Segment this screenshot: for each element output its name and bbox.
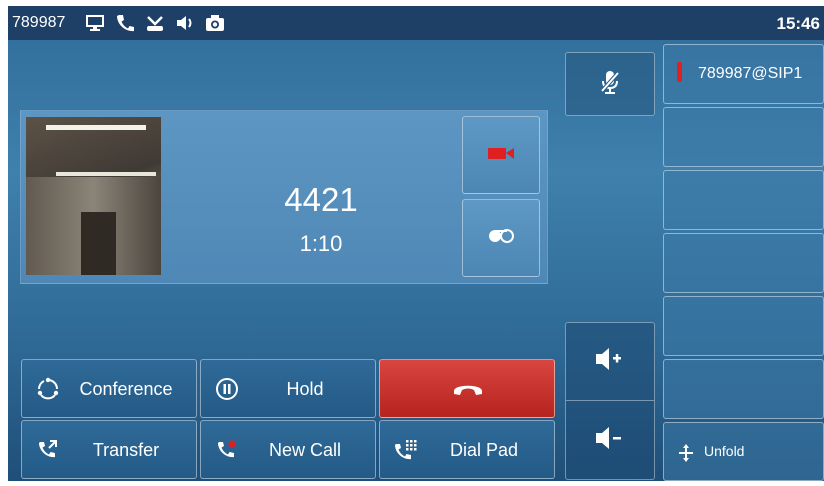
speaker-icon (174, 12, 196, 34)
transfer-icon (36, 438, 60, 462)
hangup-icon (452, 378, 484, 405)
conference-button[interactable]: Conference (21, 359, 197, 418)
line-key-6[interactable] (663, 359, 824, 419)
phone-icon (114, 12, 136, 34)
new-call-icon (215, 438, 239, 462)
conference-icon (36, 377, 60, 401)
screen-icon (84, 12, 106, 34)
video-light (46, 125, 146, 130)
record-button[interactable] (462, 199, 540, 277)
call-duration: 1:10 (299, 231, 343, 256)
video-door (81, 212, 116, 275)
volume-divider (566, 400, 654, 401)
volume-control (565, 322, 655, 480)
account-label: 789987 (12, 14, 66, 31)
volume-down-button[interactable] (566, 402, 654, 479)
line-key-5[interactable] (663, 296, 824, 356)
clock: 15:46 (776, 14, 820, 33)
transfer-label: Transfer (92, 440, 160, 460)
line-key-label: 789987@SIP1 (698, 65, 803, 82)
unfold-icon (676, 443, 696, 468)
volume-up-button[interactable] (566, 323, 654, 400)
missed-call-icon (144, 12, 166, 34)
camera-icon (204, 12, 226, 34)
line-key-3[interactable] (663, 170, 824, 230)
call-number: 4421 (284, 181, 358, 218)
hold-label: Hold (286, 379, 324, 399)
unfold-label: Unfold (704, 443, 745, 459)
active-call-card: 4421 1:10 (20, 110, 548, 284)
pause-icon (215, 377, 239, 401)
status-icons (84, 12, 226, 34)
dial-pad-icon (394, 438, 418, 462)
volume-down-icon (594, 425, 626, 456)
dial-pad-label: Dial Pad (449, 440, 519, 460)
microphone-mute-icon (599, 69, 621, 100)
status-bar: 789987 15:46 (8, 6, 824, 40)
video-camera-icon (486, 145, 516, 166)
unfold-button[interactable]: Unfold (663, 422, 824, 481)
conference-label: Conference (79, 379, 173, 399)
new-call-label: New Call (268, 440, 342, 460)
transfer-button[interactable]: Transfer (21, 420, 197, 479)
phone-screen: 789987 15:46 4421 1:10 789987@SIP1 Unfol… (8, 6, 824, 481)
hold-button[interactable]: Hold (200, 359, 376, 418)
record-icon (486, 228, 516, 249)
volume-up-icon (594, 346, 626, 377)
line-key-2[interactable] (663, 107, 824, 167)
line-key-1[interactable]: 789987@SIP1 (663, 44, 824, 104)
video-light (56, 172, 156, 176)
video-preview[interactable] (26, 117, 161, 275)
dial-pad-button[interactable]: Dial Pad (379, 420, 555, 479)
line-status-indicator (677, 62, 682, 82)
end-call-button[interactable] (379, 359, 555, 418)
mute-button[interactable] (565, 52, 655, 116)
video-toggle-button[interactable] (462, 116, 540, 194)
new-call-button[interactable]: New Call (200, 420, 376, 479)
line-key-4[interactable] (663, 233, 824, 293)
